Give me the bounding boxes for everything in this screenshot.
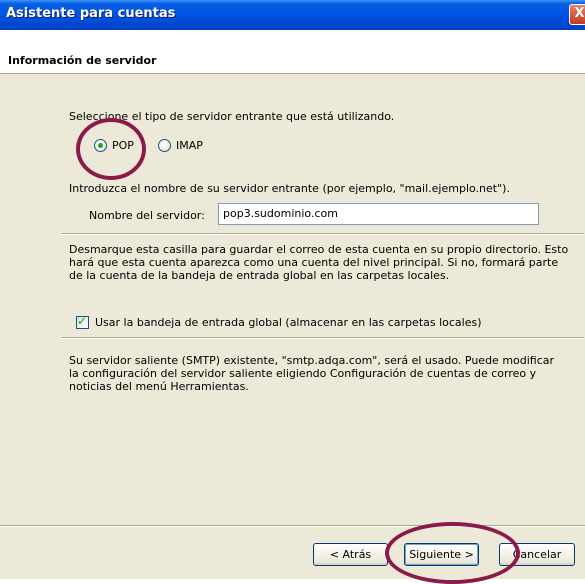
- global-inbox-description: Desmarque esta casilla para guardar el c…: [69, 243, 569, 282]
- server-name-label: Nombre del servidor:: [89, 209, 205, 222]
- pop-radio-label[interactable]: POP: [112, 139, 134, 152]
- smtp-note: Su servidor saliente (SMTP) existente, "…: [69, 354, 555, 393]
- imap-radio-label[interactable]: IMAP: [176, 139, 203, 152]
- window-title: Asistente para cuentas: [6, 6, 176, 21]
- global-inbox-checkbox-label[interactable]: Usar la bandeja de entrada global (almac…: [95, 316, 482, 329]
- back-button[interactable]: < Atrás: [313, 543, 388, 566]
- pop-radio[interactable]: [94, 139, 107, 152]
- incoming-server-prompt: Introduzca el nombre de su servidor entr…: [69, 182, 510, 195]
- checkmark-icon: ✓: [77, 314, 88, 328]
- account-wizard-window: Asistente para cuentas X Información de …: [0, 0, 585, 584]
- title-bar: Asistente para cuentas X: [0, 0, 585, 30]
- server-name-input[interactable]: pop3.sudominio.com: [218, 203, 539, 225]
- radio-selected-dot: [98, 143, 103, 148]
- wizard-header: Información de servidor: [0, 30, 585, 74]
- server-type-prompt: Seleccione el tipo de servidor entrante …: [69, 110, 395, 123]
- footer-separator-highlight: [0, 526, 585, 527]
- page-title: Información de servidor: [8, 54, 157, 67]
- separator-highlight: [62, 234, 584, 235]
- next-button[interactable]: Siguiente >: [404, 543, 479, 566]
- imap-radio[interactable]: [158, 139, 171, 152]
- global-inbox-checkbox[interactable]: ✓: [76, 314, 89, 329]
- annotation-circle-pop: [76, 118, 146, 180]
- close-button[interactable]: X: [569, 4, 585, 25]
- cancel-button[interactable]: Cancelar: [499, 543, 575, 566]
- separator-highlight: [62, 338, 584, 339]
- close-icon: X: [574, 6, 585, 21]
